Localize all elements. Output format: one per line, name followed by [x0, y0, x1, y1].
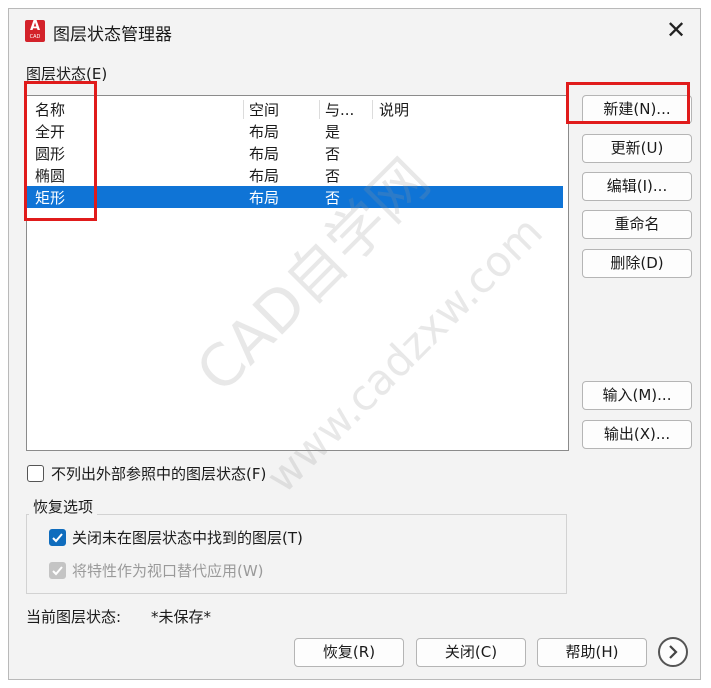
- header-same[interactable]: 与...: [325, 99, 354, 120]
- current-state-label: 当前图层状态:: [26, 608, 122, 626]
- close-button[interactable]: 关闭(C): [416, 638, 526, 667]
- chevron-right-icon: [669, 645, 678, 659]
- row-space: 布局: [249, 189, 280, 207]
- expand-button[interactable]: [658, 637, 688, 667]
- list-header: 名称 空间 与... 说明: [27, 98, 568, 120]
- row-space: 布局: [249, 145, 280, 163]
- apply-viewport-checkbox: [49, 562, 66, 579]
- list-row[interactable]: 全开 布局 是: [27, 120, 563, 142]
- exclude-xref-checkbox[interactable]: [27, 465, 44, 482]
- name-column-highlight: [24, 81, 97, 221]
- export-button[interactable]: 输出(X)...: [582, 420, 692, 449]
- row-space: 布局: [249, 123, 280, 141]
- window-title: 图层状态管理器: [53, 25, 172, 45]
- row-space: 布局: [249, 167, 280, 185]
- header-space[interactable]: 空间: [249, 99, 279, 120]
- delete-button[interactable]: 删除(D): [582, 249, 692, 278]
- restore-options-title: 恢复选项: [29, 496, 98, 517]
- restore-button[interactable]: 恢复(R): [294, 638, 404, 667]
- exclude-xref-label: 不列出外部参照中的图层状态(F): [51, 465, 267, 483]
- row-same: 否: [325, 189, 341, 207]
- list-row[interactable]: 圆形 布局 否: [27, 142, 563, 164]
- import-button[interactable]: 输入(M)...: [582, 381, 692, 410]
- help-button[interactable]: 帮助(H): [537, 638, 647, 667]
- list-row[interactable]: 椭圆 布局 否: [27, 164, 563, 186]
- check-icon: [52, 533, 63, 543]
- autocad-app-icon: A CAD: [25, 20, 45, 42]
- row-same: 否: [325, 145, 341, 163]
- layer-states-list[interactable]: 名称 空间 与... 说明 全开 布局 是 圆形 布局 否 椭圆 布局 否 矩形…: [26, 95, 569, 451]
- check-icon: [52, 566, 63, 576]
- apply-viewport-label: 将特性作为视口替代应用(W): [72, 562, 264, 580]
- update-button[interactable]: 更新(U): [582, 134, 692, 163]
- close-icon[interactable]: ✕: [664, 17, 688, 43]
- restore-options-group: [26, 514, 567, 594]
- new-button-highlight: [566, 82, 690, 124]
- rename-button[interactable]: 重命名: [582, 210, 692, 239]
- row-same: 否: [325, 167, 341, 185]
- edit-button[interactable]: 编辑(I)...: [582, 172, 692, 201]
- list-row-selected[interactable]: 矩形 布局 否: [27, 186, 563, 208]
- header-description[interactable]: 说明: [379, 99, 409, 120]
- current-state-value: *未保存*: [151, 608, 212, 626]
- turn-off-layers-label: 关闭未在图层状态中找到的图层(T): [72, 529, 303, 547]
- title-bar: A CAD 图层状态管理器 ✕: [9, 9, 700, 53]
- row-same: 是: [325, 123, 341, 141]
- turn-off-layers-checkbox[interactable]: [49, 529, 66, 546]
